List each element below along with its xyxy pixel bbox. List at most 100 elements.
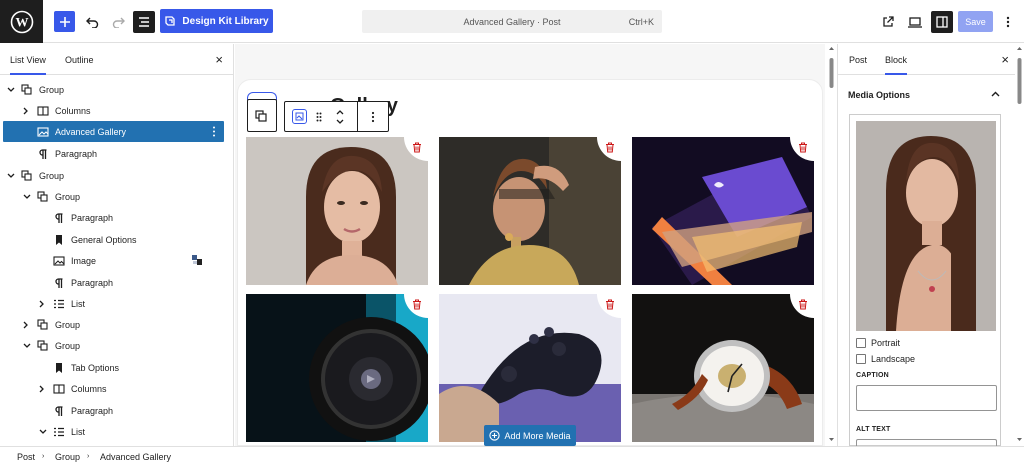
more-vertical-icon[interactable] (212, 126, 216, 137)
chevron-right-icon: › (87, 453, 90, 460)
external-link-icon (883, 16, 894, 27)
list-icon (53, 426, 65, 438)
chevron-right-icon[interactable] (23, 321, 31, 329)
group-icon (37, 190, 49, 203)
tree-item-label: General Options (71, 234, 137, 245)
canvas-scrollbar[interactable] (827, 44, 836, 446)
gallery-image[interactable] (439, 294, 621, 442)
gallery-image[interactable] (632, 294, 814, 442)
undo-button[interactable] (84, 11, 100, 33)
settings-tabs: Post Block × (838, 44, 1015, 75)
tree-item-label: Group (55, 319, 81, 330)
tree-item-list[interactable]: List (3, 293, 224, 314)
bookmark-icon (53, 362, 65, 374)
tree-item-label: Paragraph (71, 277, 114, 288)
image-thumbnail-icon (191, 254, 203, 266)
gallery-item-portrait-woman[interactable] (246, 137, 428, 285)
tree-item-paragraph[interactable]: Paragraph (3, 207, 224, 228)
sidebar-icon (936, 16, 948, 28)
wordpress-logo-icon[interactable]: W (0, 0, 43, 43)
landscape-checkbox[interactable]: Landscape (856, 354, 915, 364)
more-vertical-icon[interactable] (371, 111, 375, 123)
command-palette-bar[interactable]: Advanced Gallery · Post Ctrl+K (362, 10, 662, 33)
toolbar-separator (357, 102, 358, 131)
close-icon[interactable]: × (215, 52, 223, 67)
paragraph-icon (53, 277, 65, 289)
breadcrumb-post[interactable]: Post (17, 452, 35, 462)
tree-item-label: Advanced Gallery (55, 126, 127, 137)
tree-item-group[interactable]: Group (3, 314, 224, 335)
group-icon (21, 169, 33, 182)
caption-label: CAPTION (856, 372, 889, 379)
gallery-item-laptop[interactable] (632, 137, 814, 285)
options-menu-button[interactable] (1002, 11, 1014, 33)
gallery-image[interactable] (439, 137, 621, 285)
chevron-down-icon[interactable] (23, 343, 31, 349)
gallery-image[interactable] (246, 294, 428, 442)
add-block-button[interactable] (54, 11, 75, 32)
undo-icon (85, 17, 98, 28)
tab-outline[interactable]: Outline (65, 55, 94, 65)
gallery-image[interactable] (632, 137, 814, 285)
tree-item-group[interactable]: Group (3, 186, 224, 207)
tree-item-group[interactable]: Group (3, 165, 224, 186)
move-up-down-icon[interactable] (335, 107, 345, 127)
block-toolbar (284, 101, 389, 132)
tree-item-group[interactable]: Group (3, 79, 224, 100)
gallery-item-woman-shadow[interactable] (439, 137, 621, 285)
alt-text-label: ALT TEXT (856, 426, 891, 433)
chevron-down-icon[interactable] (39, 429, 47, 435)
design-kit-icon (165, 16, 176, 26)
tab-block[interactable]: Block (885, 55, 908, 75)
gallery-item-speaker[interactable] (246, 294, 428, 442)
chevron-right-icon[interactable] (39, 385, 47, 393)
tree-item-general-options[interactable]: General Options (3, 229, 224, 250)
tree-item-columns[interactable]: Columns (3, 100, 224, 121)
media-options-title[interactable]: Media Options (848, 90, 910, 100)
document-overview-button[interactable] (133, 11, 155, 33)
chevron-right-icon[interactable] (39, 300, 47, 308)
tree-item-label: Columns (71, 383, 107, 394)
breadcrumb-advanced-gallery[interactable]: Advanced Gallery (100, 452, 171, 462)
tree-item-paragraph[interactable]: Paragraph (3, 143, 224, 164)
device-preview-button[interactable] (906, 11, 924, 33)
tree-item-tab-options[interactable]: Tab Options (3, 357, 224, 378)
gallery-item-watch[interactable] (632, 294, 814, 442)
settings-toggle-button[interactable] (931, 11, 953, 33)
tree-item-label: Image (71, 255, 97, 266)
chevron-right-icon[interactable] (23, 107, 31, 115)
list-view-panel: List View Outline × Group Columns Advanced… (0, 44, 234, 446)
chevron-down-icon[interactable] (7, 173, 15, 179)
tree-item-paragraph[interactable]: Paragraph (3, 272, 224, 293)
media-preview-image[interactable] (856, 121, 996, 331)
tree-item-group[interactable]: Group (3, 335, 224, 356)
breadcrumb-group[interactable]: Group (55, 452, 80, 462)
tab-post[interactable]: Post (849, 55, 867, 65)
gallery-image[interactable] (246, 137, 428, 285)
view-post-button[interactable] (880, 11, 896, 33)
tree-item-columns[interactable]: Columns (3, 378, 224, 399)
tree-item-label: Paragraph (71, 212, 114, 223)
portrait-checkbox[interactable]: Portrait (856, 338, 900, 348)
redo-button[interactable] (110, 11, 126, 33)
tree-item-image[interactable]: Image (3, 250, 224, 271)
chevron-up-icon[interactable] (991, 91, 1000, 97)
tree-item-paragraph[interactable]: Paragraph (3, 400, 224, 421)
chevron-down-icon[interactable] (7, 87, 15, 93)
caption-field[interactable] (856, 385, 997, 411)
gallery-item-game-controller[interactable] (439, 294, 621, 442)
block-type-button[interactable] (292, 109, 307, 124)
design-kit-library-button[interactable]: Design Kit Library (160, 9, 273, 33)
media-item-card: Portrait Landscape CAPTION ALT TEXT (849, 114, 1001, 449)
drag-handle-icon[interactable] (316, 112, 322, 122)
tree-item-list[interactable]: List (3, 421, 224, 442)
select-parent-button[interactable] (247, 99, 277, 132)
tree-item-advanced-gallery[interactable]: Advanced Gallery (3, 121, 224, 142)
tab-list-view[interactable]: List View (10, 55, 46, 75)
save-button[interactable]: Save (958, 11, 993, 32)
add-more-media-button[interactable]: Add More Media (484, 425, 576, 446)
chevron-down-icon[interactable] (23, 194, 31, 200)
sidebar-scrollbar[interactable] (1015, 44, 1024, 446)
close-icon[interactable]: × (1001, 52, 1009, 67)
tree-item-label: Group (39, 170, 65, 181)
